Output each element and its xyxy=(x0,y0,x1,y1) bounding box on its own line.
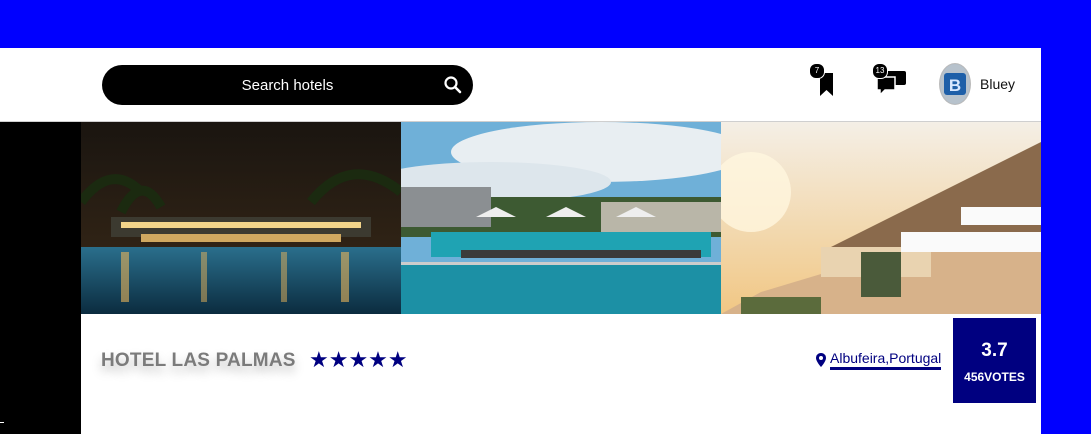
messages-badge: 13 xyxy=(872,63,888,79)
avatar[interactable]: B xyxy=(939,63,971,105)
search-icon[interactable] xyxy=(443,75,463,95)
hotel-name[interactable]: HOTEL LAS PALMAS xyxy=(101,350,296,372)
bookmarks-button[interactable]: 7 xyxy=(809,63,840,98)
photo-gallery xyxy=(81,122,1041,314)
sidebar-marker xyxy=(0,422,4,423)
map-pin-icon xyxy=(816,353,826,367)
messages-button[interactable]: 13 xyxy=(872,63,906,98)
star-rating: ★★★★★ xyxy=(309,347,408,372)
username[interactable]: Bluey xyxy=(980,76,1015,92)
sidebar xyxy=(0,122,81,434)
search-input[interactable]: Search hotels xyxy=(102,65,473,105)
rating-score: 3.7 xyxy=(981,340,1008,361)
bookmarks-badge: 7 xyxy=(809,63,825,79)
hotel-info-bar: HOTEL LAS PALMAS ★★★★★ Albufeira,Portuga… xyxy=(81,314,1041,434)
resort-pool-photo[interactable] xyxy=(401,122,721,314)
search-placeholder: Search hotels xyxy=(241,76,334,94)
rating-box: 3.7 456VOTES xyxy=(953,318,1036,403)
rating-votes: 456VOTES xyxy=(964,370,1025,384)
location-text[interactable]: Albufeira,Portugal xyxy=(830,350,942,370)
top-header: Search hotels 7 13 B Bluey xyxy=(0,48,1041,122)
svg-text:B: B xyxy=(949,76,961,95)
cliff-terrace-photo[interactable] xyxy=(721,122,1041,314)
location-link[interactable]: Albufeira,Portugal xyxy=(816,350,942,370)
night-pool-photo[interactable] xyxy=(81,122,401,314)
